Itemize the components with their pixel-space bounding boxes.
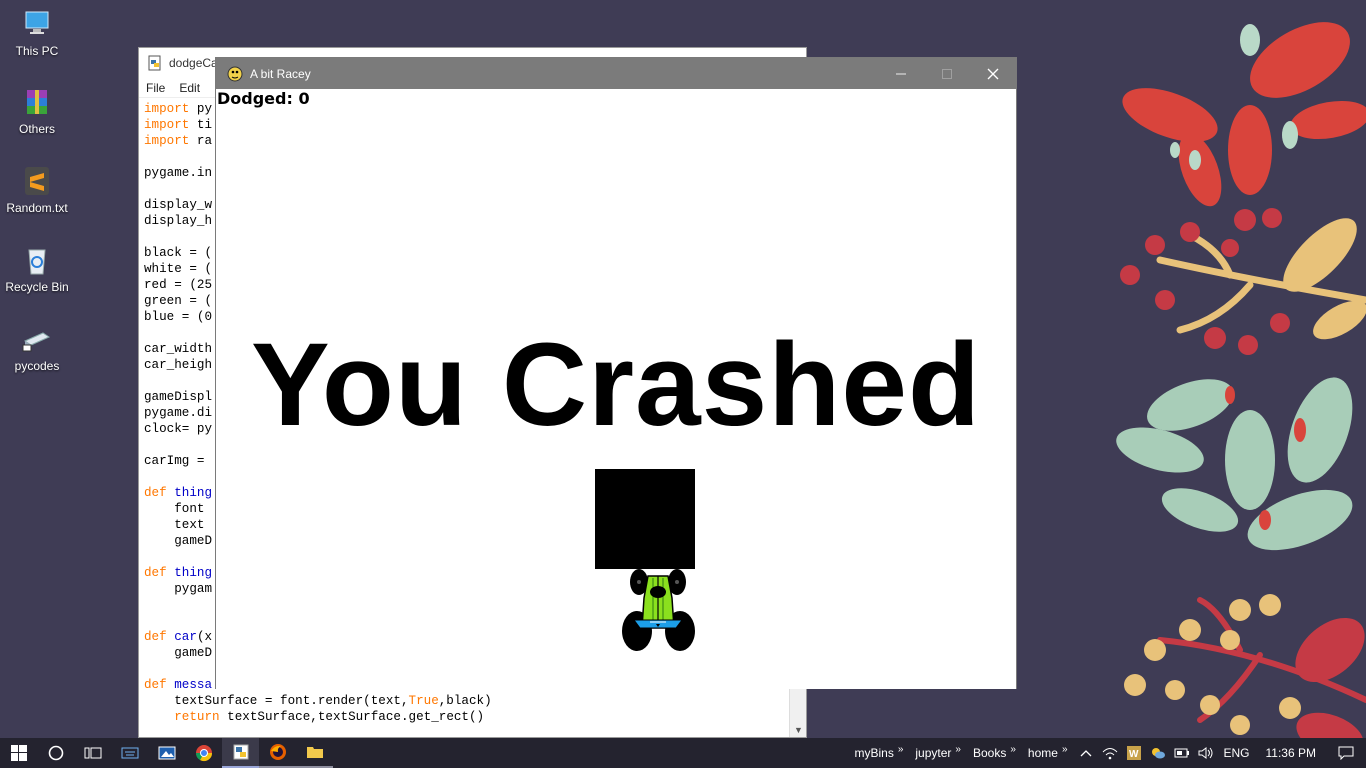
sublime-text-icon — [21, 165, 53, 197]
photos-icon — [158, 746, 175, 760]
scroll-down-arrow-icon[interactable]: ▼ — [794, 725, 803, 735]
minimize-icon — [896, 73, 906, 74]
taskbar-keyboard-app[interactable] — [111, 738, 148, 768]
game-title: A bit Racey — [250, 66, 311, 81]
double-chevron-icon: » — [1010, 743, 1016, 755]
battery-icon — [1174, 748, 1189, 758]
toolbar-mybins[interactable]: myBins» — [848, 743, 909, 761]
toolbar-label: jupyter — [915, 746, 952, 760]
taskbar-clock[interactable]: 11:36 PM — [1256, 746, 1326, 760]
action-center-button[interactable] — [1326, 738, 1366, 768]
close-button[interactable] — [970, 58, 1016, 89]
python-file-icon — [148, 55, 161, 71]
desktop-icon-label: Random.txt — [6, 201, 68, 215]
word-icon: W — [1126, 746, 1141, 760]
taskbar-firefox-app[interactable] — [259, 738, 296, 768]
cloud-sun-icon — [1151, 748, 1165, 759]
taskbar-right-area: myBins» jupyter» Books» home» W ENG 11:3… — [848, 738, 1366, 768]
show-hidden-icons-button[interactable] — [1074, 738, 1098, 768]
toolbar-home[interactable]: home» — [1022, 743, 1074, 761]
task-view-button[interactable] — [74, 738, 111, 768]
weather-tray[interactable] — [1146, 738, 1170, 768]
folder-icon — [306, 747, 323, 758]
code-line: textSurface = font.render(text,True,blac… — [144, 694, 492, 708]
cortana-search-button[interactable] — [37, 738, 74, 768]
taskbar-chrome-app[interactable] — [185, 738, 222, 768]
volume-control[interactable] — [1194, 738, 1218, 768]
dodged-score: Dodged: 0 — [217, 89, 310, 108]
desktop-icon-label: Others — [18, 122, 55, 136]
language-indicator[interactable]: ENG — [1218, 746, 1256, 760]
toolbar-label: Books — [972, 746, 1007, 760]
code-line: return textSurface,textSurface.get_rect(… — [174, 710, 485, 724]
double-chevron-icon: » — [1061, 743, 1068, 755]
desktop-icon-this-pc[interactable]: This PC — [2, 8, 72, 58]
desktop-icon-label: pycodes — [14, 359, 60, 373]
cortana-circle-icon — [48, 745, 63, 761]
pygame-window[interactable]: A bit Racey Dodged: 0 You Crashed — [215, 57, 1017, 689]
close-icon — [987, 68, 999, 79]
wifi-icon — [1102, 748, 1117, 760]
computer-icon — [21, 8, 53, 40]
windows-logo-icon — [10, 745, 27, 761]
taskbar-python-app[interactable] — [222, 738, 259, 768]
toolbar-label: home — [1027, 746, 1058, 760]
notification-icon — [1338, 746, 1354, 760]
game-titlebar[interactable]: A bit Racey — [216, 58, 1016, 89]
toolbar-label: myBins — [854, 746, 894, 760]
chevron-up-icon — [1080, 750, 1091, 757]
double-chevron-icon: » — [897, 743, 904, 755]
desktop-icon-recycle-bin[interactable]: Recycle Bin — [2, 244, 72, 294]
editor-title: dodgeCa — [169, 56, 218, 70]
winrar-archive-icon — [21, 86, 53, 118]
toolbar-books[interactable]: Books» — [967, 743, 1022, 761]
firefox-icon — [269, 744, 286, 760]
folder-shortcut-icon — [21, 323, 53, 355]
taskbar: myBins» jupyter» Books» home» W ENG 11:3… — [0, 738, 1366, 768]
desktop-icon-label: Recycle Bin — [5, 280, 69, 294]
chrome-icon — [195, 745, 212, 762]
recycle-bin-icon — [21, 244, 53, 276]
speaker-icon — [1198, 747, 1212, 759]
task-view-icon — [84, 747, 101, 759]
maximize-button — [924, 58, 970, 89]
minimize-button[interactable] — [878, 58, 924, 89]
taskbar-file-explorer[interactable] — [296, 738, 333, 768]
keyboard-icon — [121, 747, 138, 759]
desktop-icon-random-txt[interactable]: Random.txt — [2, 165, 72, 215]
double-chevron-icon: » — [955, 743, 961, 755]
menu-file[interactable]: File — [139, 81, 172, 95]
taskbar-photos-app[interactable] — [148, 738, 185, 768]
wifi-status[interactable] — [1098, 738, 1122, 768]
game-canvas[interactable]: Dodged: 0 You Crashed — [216, 89, 1016, 689]
falling-block — [595, 469, 695, 569]
svg-text:W: W — [1129, 749, 1139, 760]
word-tray[interactable]: W — [1122, 738, 1146, 768]
desktop-icon-others[interactable]: Others — [2, 86, 72, 136]
python-icon — [233, 744, 248, 760]
desktop-icon-pycodes[interactable]: pycodes — [2, 323, 72, 373]
race-car-sprite — [622, 569, 695, 651]
crash-message: You Crashed — [250, 319, 982, 451]
menu-edit[interactable]: Edit — [172, 81, 207, 95]
desktop-icon-label: This PC — [15, 44, 59, 58]
battery-status[interactable] — [1170, 738, 1194, 768]
maximize-icon — [942, 68, 952, 79]
toolbar-jupyter[interactable]: jupyter» — [909, 743, 967, 761]
start-button[interactable] — [0, 738, 37, 768]
pygame-snake-icon — [227, 66, 243, 81]
